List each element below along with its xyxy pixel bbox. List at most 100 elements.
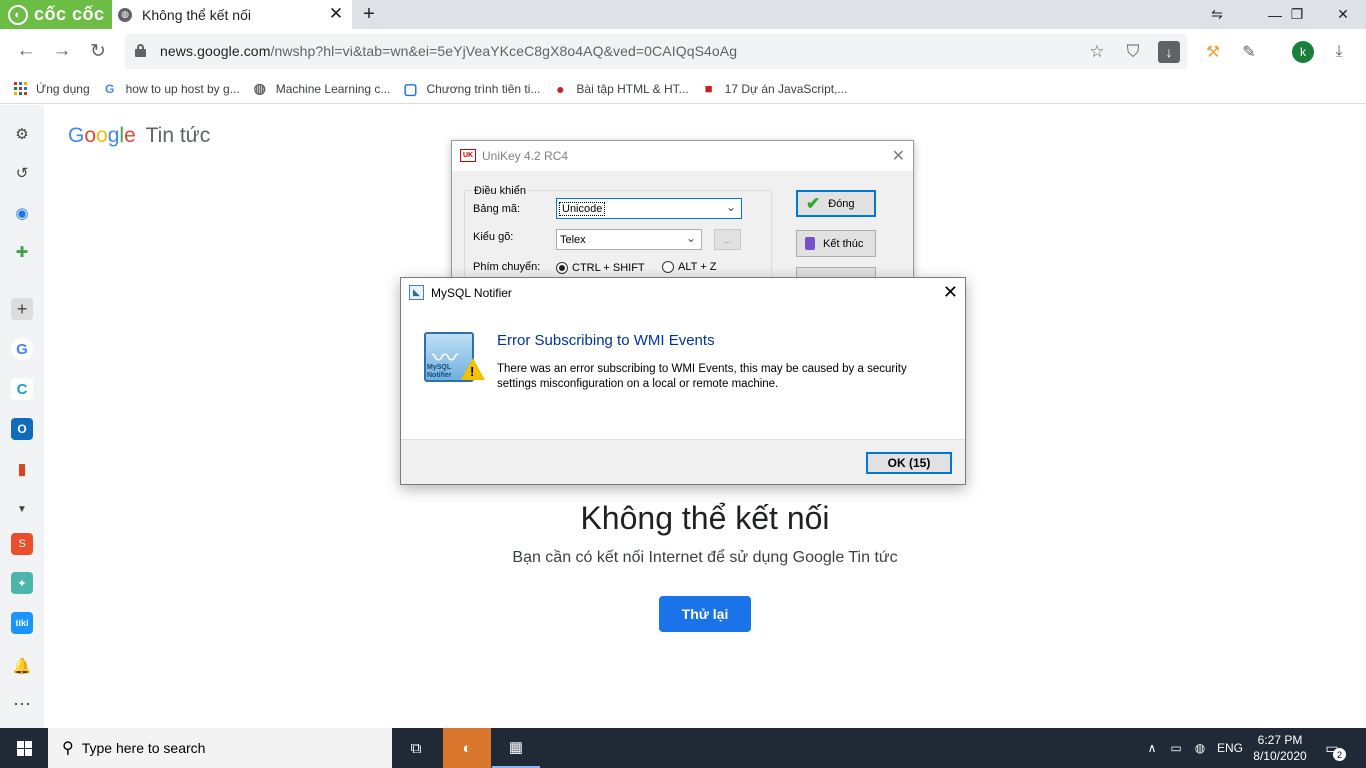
dialog-close-icon[interactable]: ✕: [943, 282, 958, 303]
history-icon[interactable]: ↺: [11, 162, 33, 184]
close-window-button[interactable]: ✕: [1322, 0, 1364, 29]
battery-icon[interactable]: ▭: [1166, 728, 1186, 768]
add-sidebar-icon[interactable]: +: [11, 298, 33, 320]
logo-suffix: Tin tức: [145, 124, 211, 147]
input-method-label: Kiểu gõ:: [473, 231, 514, 243]
google-wordmark: Google: [68, 124, 136, 147]
download-icon[interactable]: ⤓: [1328, 41, 1350, 63]
mysql-titlebar[interactable]: ◣ MySQL Notifier ✕: [401, 278, 965, 308]
bookmarks-bar: Ứng dụng G how to up host by g... ◍ Mach…: [0, 74, 1366, 104]
unikey-app-icon: UK: [460, 149, 476, 162]
unikey-taskbar-icon[interactable]: ▦: [492, 728, 540, 768]
task-view-icon[interactable]: ⧉: [392, 728, 440, 768]
charset-label: Bảng mã:: [473, 203, 521, 215]
error-subtitle: Bạn cần có kết nối Internet để sử dụng G…: [512, 549, 898, 566]
google-news-logo[interactable]: Google Tin tức: [68, 124, 210, 148]
dialog-footer: OK (15): [401, 439, 965, 484]
mysql-notifier-icon: 〰 MySQL Notifier !: [424, 332, 485, 384]
coccoc-c-icon[interactable]: C: [11, 378, 33, 400]
coccoc-brand-button[interactable]: ◐ cốc cốc: [0, 0, 112, 29]
bookmark-item[interactable]: G how to up host by g...: [102, 81, 240, 97]
chevron-down-icon: ⌄: [685, 231, 696, 245]
office-icon[interactable]: ▮: [11, 458, 33, 480]
lock-icon[interactable]: [135, 44, 146, 57]
new-tab-button[interactable]: +: [358, 3, 380, 25]
tab-close-icon[interactable]: ✕: [326, 4, 346, 24]
outlook-icon[interactable]: O: [11, 418, 33, 440]
notification-count: 2: [1333, 748, 1346, 761]
dialog-heading: Error Subscribing to WMI Events: [497, 332, 715, 349]
tray-chevron-up-icon[interactable]: ∧: [1142, 728, 1162, 768]
bookmark-item[interactable]: ■ 17 Dự án JavaScript,...: [701, 81, 848, 97]
unikey-title: UniKey 4.2 RC4: [482, 149, 569, 163]
bookmark-item[interactable]: ◍ Machine Learning c...: [252, 80, 391, 97]
profile-avatar[interactable]: k: [1292, 41, 1314, 63]
download-video-icon[interactable]: ↓: [1158, 41, 1180, 63]
gamepad-icon[interactable]: ✚: [11, 241, 33, 263]
input-method-more-button[interactable]: ...: [714, 229, 741, 250]
switch-key-label: Phím chuyển:: [473, 261, 541, 273]
eyedropper-icon[interactable]: ✎: [1238, 41, 1260, 63]
tab-title: Không thể kết nối: [142, 6, 251, 23]
bookmark-item[interactable]: ● Bài tập HTML & HT...: [552, 80, 689, 97]
extension-hammer-icon[interactable]: ⚒: [1202, 41, 1224, 63]
coccoc-taskbar-icon[interactable]: ◐: [443, 728, 491, 768]
bookmark-item[interactable]: ▢ Chương trình tiên ti...: [402, 80, 540, 98]
minimize-button[interactable]: ⇋: [1196, 0, 1238, 29]
restore-button[interactable]: ❐: [1276, 0, 1318, 29]
taskbar-search-box[interactable]: ⚲ Type here to search: [48, 728, 392, 768]
charset-select[interactable]: Unicode ⌄: [556, 198, 742, 219]
w3-icon: ●: [556, 80, 565, 97]
globe-icon: ◍: [118, 7, 132, 22]
search-placeholder: Type here to search: [81, 740, 206, 756]
tiki-icon[interactable]: tiki: [11, 612, 33, 634]
bell-icon[interactable]: 🔔: [11, 655, 33, 677]
windows-taskbar: ⚲ Type here to search ⧉ ◐ ▦ ∧ ▭ ◍ ENG 6:…: [0, 728, 1366, 768]
unikey-exit-button[interactable]: Kết thúc: [796, 230, 876, 257]
radio-selected-icon: [556, 262, 568, 274]
start-button[interactable]: [0, 728, 48, 768]
unikey-titlebar[interactable]: UK UniKey 4.2 RC4 ✕: [452, 141, 913, 171]
tab-strip: ◐ cốc cốc ◍ Không thể kết nối ✕ + ⇋ — ❐ …: [0, 0, 1366, 29]
google-icon[interactable]: G: [11, 338, 33, 360]
address-bar[interactable]: news.google.com/nwshp?hl=vi&tab=wn&ei=5e…: [125, 34, 1187, 69]
radio-ctrl-shift[interactable]: CTRL + SHIFT: [556, 262, 645, 274]
retry-button[interactable]: Thử lại: [659, 596, 751, 632]
bookmark-apps[interactable]: Ứng dụng: [12, 81, 90, 97]
shield-icon[interactable]: ⛉: [1122, 41, 1144, 63]
js-icon: ■: [704, 81, 713, 96]
radio-alt-z[interactable]: ALT + Z: [662, 261, 716, 273]
language-indicator[interactable]: ENG: [1214, 728, 1246, 768]
action-center-icon[interactable]: ▭ 2: [1320, 736, 1346, 761]
network-globe-icon[interactable]: ◍: [1190, 728, 1210, 768]
reload-icon[interactable]: ↻: [86, 39, 110, 63]
taskbar-clock[interactable]: 6:27 PM 8/10/2020: [1248, 732, 1312, 764]
chevron-down-icon: ⌄: [725, 200, 736, 214]
page-icon: ▢: [403, 80, 418, 98]
unikey-window: UK UniKey 4.2 RC4 ✕ Điều khiển Bảng mã: …: [451, 140, 914, 290]
game-app-icon[interactable]: ✦: [11, 572, 33, 594]
input-method-select[interactable]: Telex ⌄: [556, 229, 702, 250]
tab-active[interactable]: ◍ Không thể kết nối ✕: [112, 0, 352, 29]
mysql-notifier-dialog: ◣ MySQL Notifier ✕ 〰 MySQL Notifier ! Err…: [400, 277, 966, 485]
exit-book-icon: [805, 237, 815, 250]
clock-date: 8/10/2020: [1253, 749, 1307, 763]
url-text[interactable]: news.google.com/nwshp?hl=vi&tab=wn&ei=5e…: [160, 43, 737, 59]
settings-gear-icon[interactable]: ⚙: [11, 123, 33, 145]
ok-button[interactable]: OK (15): [866, 452, 952, 474]
radio-icon: [662, 261, 674, 273]
google-icon: G: [104, 81, 115, 96]
unikey-close-button[interactable]: ✔ Đóng: [796, 190, 876, 217]
coccoc-logo-icon: ◐: [8, 4, 28, 25]
back-arrow-icon[interactable]: ←: [14, 39, 38, 63]
messenger-icon[interactable]: ◉: [11, 202, 33, 224]
more-icon[interactable]: ⋯: [11, 693, 33, 715]
bookmark-star-icon[interactable]: ☆: [1086, 41, 1108, 63]
brand-label: cốc cốc: [34, 4, 105, 24]
forward-arrow-icon[interactable]: →: [50, 39, 74, 63]
search-icon: ⚲: [62, 740, 74, 757]
mysql-app-icon: ◣: [409, 285, 424, 300]
unikey-close-icon[interactable]: ✕: [892, 146, 905, 166]
dialog-title: MySQL Notifier: [431, 286, 512, 300]
browser-toolbar: ← → ↻ news.google.com/nwshp?hl=vi&tab=wn…: [0, 29, 1366, 74]
